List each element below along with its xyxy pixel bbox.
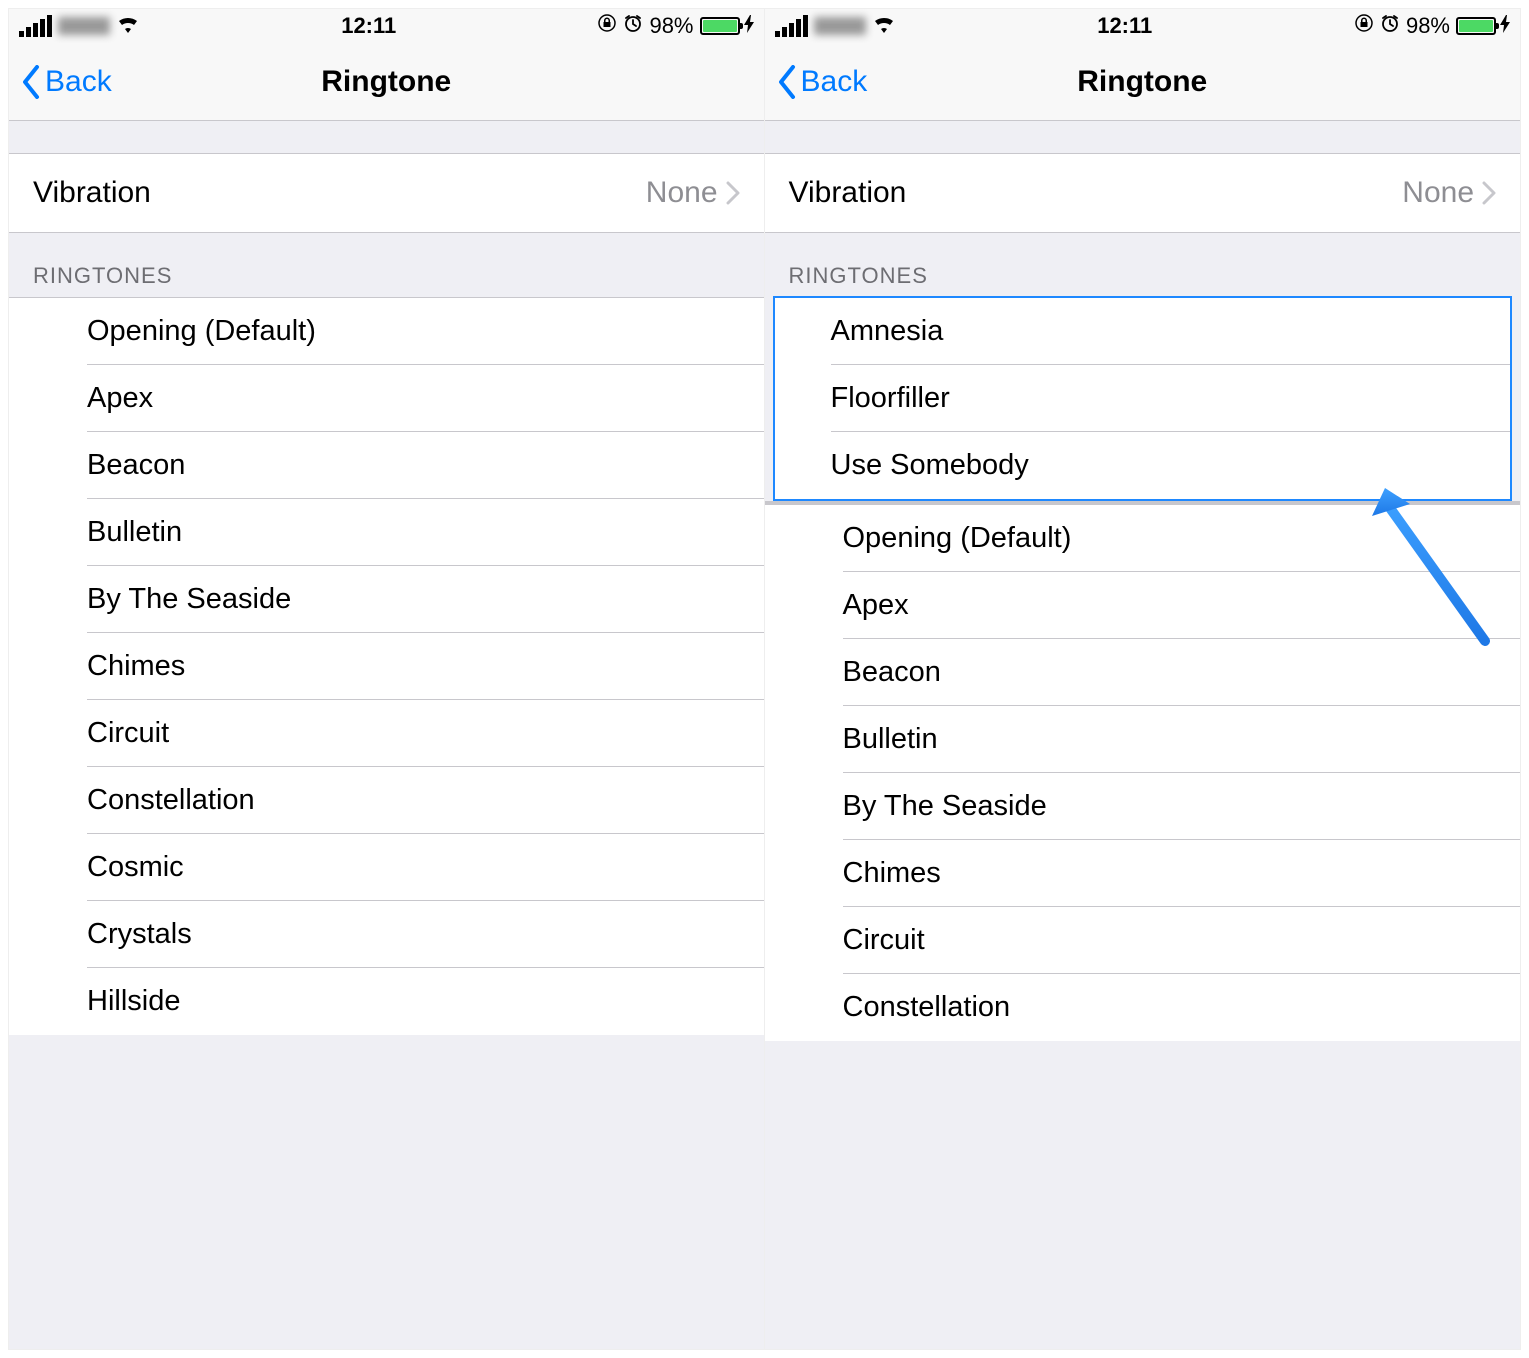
ringtone-label: Opening (Default) bbox=[87, 315, 316, 348]
ringtone-label: Chimes bbox=[87, 650, 185, 683]
back-button[interactable]: Back bbox=[777, 65, 868, 99]
ringtone-label: Opening (Default) bbox=[843, 522, 1072, 555]
ringtone-label: Constellation bbox=[87, 784, 255, 817]
ringtones-section-header: RINGTONES bbox=[9, 233, 764, 297]
ringtone-label: Apex bbox=[843, 589, 909, 622]
vibration-value: None bbox=[1402, 176, 1474, 210]
status-time: 12:11 bbox=[1097, 13, 1152, 39]
ringtone-item[interactable]: Amnesia bbox=[775, 298, 1511, 365]
status-bar: XXX 12:11 98% bbox=[765, 9, 1521, 43]
ringtone-label: Beacon bbox=[843, 656, 941, 689]
ringtones-list: Opening (Default) Apex Beacon Bulletin By Th… bbox=[9, 297, 764, 1035]
ringtone-label: Floorfiller bbox=[831, 382, 950, 415]
ringtone-item[interactable]: Cosmic bbox=[9, 834, 764, 901]
charging-icon bbox=[744, 15, 754, 38]
battery-icon bbox=[1456, 17, 1496, 35]
status-bar: XXX 12:11 98% bbox=[9, 9, 764, 43]
chevron-left-icon bbox=[777, 65, 797, 99]
content-area: Vibration None RINGTONES Amnesia Floorfil… bbox=[765, 121, 1521, 1349]
ringtone-label: Circuit bbox=[87, 717, 169, 750]
ringtone-item[interactable]: Beacon bbox=[765, 639, 1521, 706]
navigation-bar: Back Ringtone bbox=[765, 43, 1521, 121]
ringtone-item[interactable]: Apex bbox=[9, 365, 764, 432]
ringtone-label: Bulletin bbox=[87, 516, 182, 549]
content-area: Vibration None RINGTONES Opening (Defaul… bbox=[9, 121, 764, 1349]
wifi-icon bbox=[872, 13, 896, 39]
ringtone-label: Circuit bbox=[843, 924, 925, 957]
ringtone-item[interactable]: By The Seaside bbox=[9, 566, 764, 633]
ringtone-item[interactable]: Apex bbox=[765, 572, 1521, 639]
chevron-right-icon bbox=[1482, 181, 1496, 205]
ringtone-label: Hillside bbox=[87, 985, 180, 1018]
vibration-row[interactable]: Vibration None bbox=[765, 153, 1521, 233]
phone-screen-right: XXX 12:11 98% Back Ringtone bbox=[765, 8, 1522, 1350]
ringtone-label: Amnesia bbox=[831, 315, 944, 348]
status-time: 12:11 bbox=[341, 13, 396, 39]
back-label: Back bbox=[801, 65, 868, 99]
ringtone-label: Cosmic bbox=[87, 851, 184, 884]
vibration-label: Vibration bbox=[33, 176, 151, 210]
ringtone-label: Constellation bbox=[843, 991, 1011, 1024]
ringtones-list: Opening (Default) Apex Beacon Bulletin By Th… bbox=[765, 505, 1521, 1041]
ringtone-label: Chimes bbox=[843, 857, 941, 890]
cellular-signal-icon bbox=[775, 15, 808, 37]
charging-icon bbox=[1500, 15, 1510, 38]
battery-percentage: 98% bbox=[649, 13, 693, 39]
page-title: Ringtone bbox=[765, 65, 1521, 99]
ringtone-label: Beacon bbox=[87, 449, 185, 482]
alarm-icon bbox=[1380, 13, 1400, 39]
vibration-row[interactable]: Vibration None bbox=[9, 153, 764, 233]
ringtones-section-header: RINGTONES bbox=[765, 233, 1521, 297]
orientation-lock-icon bbox=[597, 13, 617, 39]
ringtone-item[interactable]: Circuit bbox=[9, 700, 764, 767]
ringtone-label: By The Seaside bbox=[87, 583, 291, 616]
ringtone-label: Bulletin bbox=[843, 723, 938, 756]
battery-icon bbox=[700, 17, 740, 35]
ringtone-item[interactable]: Crystals bbox=[9, 901, 764, 968]
ringtone-item[interactable]: Circuit bbox=[765, 907, 1521, 974]
custom-ringtones-highlight: Amnesia Floorfiller Use Somebody bbox=[773, 296, 1513, 501]
ringtone-item[interactable]: Chimes bbox=[765, 840, 1521, 907]
ringtone-item[interactable]: Use Somebody bbox=[775, 432, 1511, 499]
cellular-signal-icon bbox=[19, 15, 52, 37]
ringtone-item[interactable]: Floorfiller bbox=[775, 365, 1511, 432]
ringtone-item[interactable]: Opening (Default) bbox=[9, 298, 764, 365]
carrier-label: XXX bbox=[814, 17, 866, 35]
ringtone-item[interactable]: Constellation bbox=[765, 974, 1521, 1041]
battery-percentage: 98% bbox=[1406, 13, 1450, 39]
alarm-icon bbox=[623, 13, 643, 39]
ringtone-item[interactable]: Bulletin bbox=[9, 499, 764, 566]
ringtone-item[interactable]: Hillside bbox=[9, 968, 764, 1035]
chevron-left-icon bbox=[21, 65, 41, 99]
ringtone-item[interactable]: By The Seaside bbox=[765, 773, 1521, 840]
back-label: Back bbox=[45, 65, 112, 99]
wifi-icon bbox=[116, 13, 140, 39]
ringtone-item[interactable]: Chimes bbox=[9, 633, 764, 700]
ringtone-item[interactable]: Bulletin bbox=[765, 706, 1521, 773]
phone-screen-left: XXX 12:11 98% Back Ringtone bbox=[8, 8, 765, 1350]
vibration-value: None bbox=[646, 176, 718, 210]
navigation-bar: Back Ringtone bbox=[9, 43, 764, 121]
chevron-right-icon bbox=[726, 181, 740, 205]
ringtone-item[interactable]: Beacon bbox=[9, 432, 764, 499]
vibration-label: Vibration bbox=[789, 176, 907, 210]
ringtone-label: Use Somebody bbox=[831, 449, 1029, 482]
orientation-lock-icon bbox=[1354, 13, 1374, 39]
ringtone-item[interactable]: Constellation bbox=[9, 767, 764, 834]
page-title: Ringtone bbox=[9, 65, 764, 99]
back-button[interactable]: Back bbox=[21, 65, 112, 99]
ringtone-label: By The Seaside bbox=[843, 790, 1047, 823]
ringtone-item[interactable]: Opening (Default) bbox=[765, 505, 1521, 572]
ringtone-label: Apex bbox=[87, 382, 153, 415]
ringtone-label: Crystals bbox=[87, 918, 192, 951]
carrier-label: XXX bbox=[58, 17, 110, 35]
